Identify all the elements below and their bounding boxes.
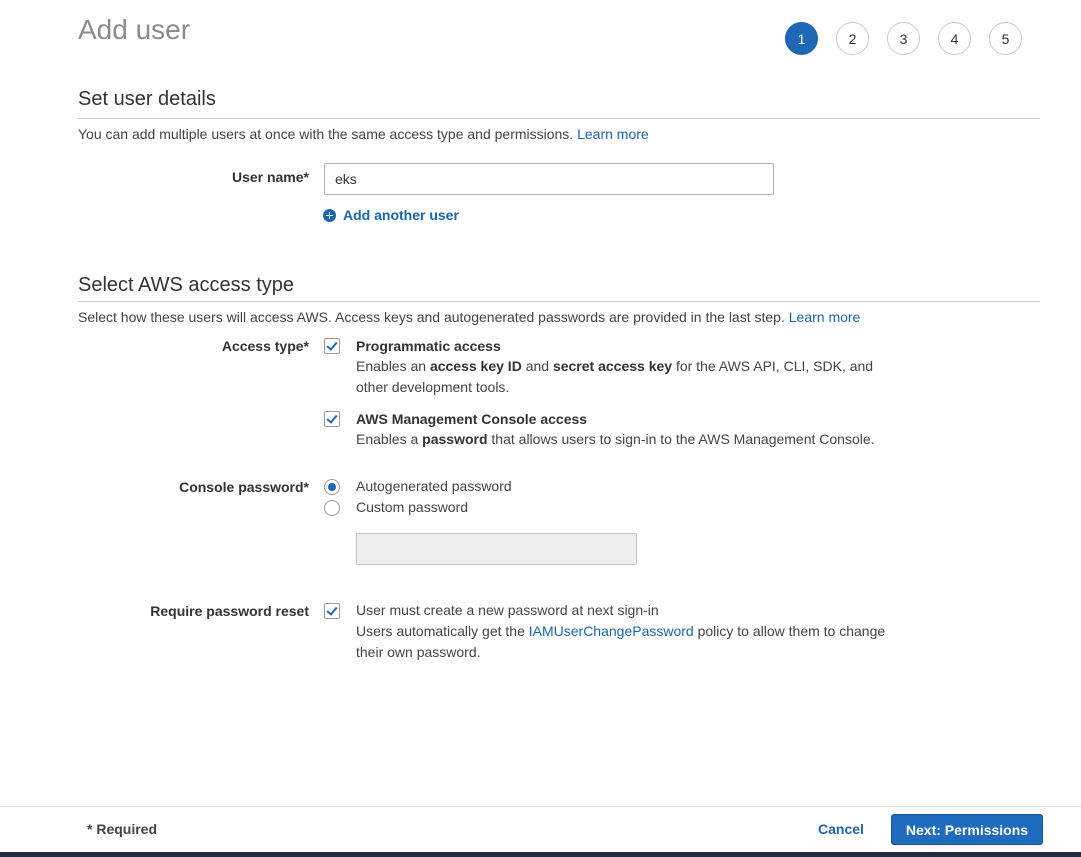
text: and xyxy=(522,358,553,374)
access-description-text: Select how these users will access AWS. … xyxy=(78,309,785,325)
cancel-button[interactable]: Cancel xyxy=(818,821,864,837)
text: Enables an xyxy=(356,358,430,374)
step-1: 1 xyxy=(785,22,818,55)
learn-more-link[interactable]: Learn more xyxy=(577,126,649,142)
step-3[interactable]: 3 xyxy=(887,22,920,55)
programmatic-access-description: Enables an access key ID and secret acce… xyxy=(356,356,896,398)
access-description: Select how these users will access AWS. … xyxy=(78,309,860,325)
require-reset-description: Users automatically get the IAMUserChang… xyxy=(356,621,896,663)
access-type-label: Access type* xyxy=(222,338,309,354)
bottom-bar xyxy=(0,852,1081,857)
step-2[interactable]: 2 xyxy=(836,22,869,55)
require-reset-label: Require password reset xyxy=(150,603,309,619)
text: Users automatically get the xyxy=(356,623,529,639)
text-bold: access key ID xyxy=(430,358,522,374)
iam-user-change-password-link[interactable]: IAMUserChangePassword xyxy=(529,623,694,639)
required-note: * Required xyxy=(87,821,157,837)
autogenerated-password-radio[interactable] xyxy=(324,479,340,495)
programmatic-access-checkbox[interactable] xyxy=(324,338,340,354)
custom-password-input[interactable] xyxy=(356,533,637,565)
custom-password-label: Custom password xyxy=(356,497,896,518)
plus-circle-icon xyxy=(323,209,336,222)
text: Enables a xyxy=(356,431,422,447)
username-input[interactable] xyxy=(324,163,774,195)
step-4[interactable]: 4 xyxy=(938,22,971,55)
text: that allows users to sign-in to the AWS … xyxy=(488,431,875,447)
next-permissions-button[interactable]: Next: Permissions xyxy=(891,814,1043,845)
footer-divider xyxy=(0,806,1081,807)
programmatic-access-title: Programmatic access xyxy=(356,338,501,354)
require-reset-checkbox[interactable] xyxy=(324,603,340,619)
learn-more-link[interactable]: Learn more xyxy=(789,309,861,325)
add-another-user-label: Add another user xyxy=(343,207,459,223)
console-access-description: Enables a password that allows users to … xyxy=(356,429,916,450)
user-details-description-text: You can add multiple users at once with … xyxy=(78,126,573,142)
text-bold: secret access key xyxy=(553,358,672,374)
section-title-access-type: Select AWS access type xyxy=(78,274,294,297)
username-label: User name* xyxy=(232,169,309,185)
require-reset-title: User must create a new password at next … xyxy=(356,600,896,621)
divider xyxy=(78,118,1040,119)
text-bold: password xyxy=(422,431,487,447)
console-password-label: Console password* xyxy=(179,479,309,495)
custom-password-radio[interactable] xyxy=(324,500,340,516)
console-access-checkbox[interactable] xyxy=(324,411,340,427)
user-details-description: You can add multiple users at once with … xyxy=(78,126,649,142)
step-5[interactable]: 5 xyxy=(989,22,1022,55)
section-title-user-details: Set user details xyxy=(78,88,216,111)
autogenerated-password-label: Autogenerated password xyxy=(356,476,896,497)
wizard-steps: 1 2 3 4 5 xyxy=(785,22,1022,55)
console-access-title: AWS Management Console access xyxy=(356,411,587,427)
divider xyxy=(78,301,1040,302)
add-another-user-button[interactable]: Add another user xyxy=(323,207,459,223)
page-title: Add user xyxy=(78,14,190,46)
